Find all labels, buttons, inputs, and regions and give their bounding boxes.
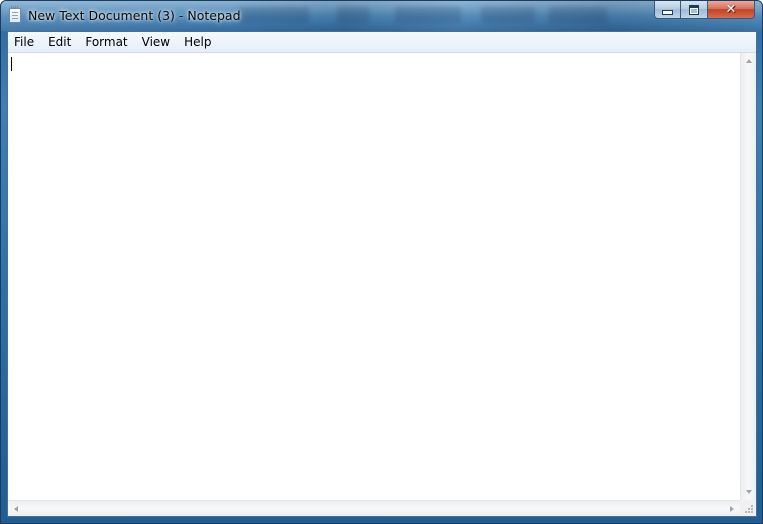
title-bar[interactable]: New Text Document (3) - Notepad ✕ bbox=[1, 1, 762, 31]
text-editor[interactable] bbox=[8, 53, 740, 500]
arrow-up-icon bbox=[746, 59, 752, 63]
menu-format[interactable]: Format bbox=[78, 32, 134, 52]
menu-edit[interactable]: Edit bbox=[41, 32, 78, 52]
menu-view[interactable]: View bbox=[135, 32, 177, 52]
menu-bar: File Edit Format View Help bbox=[8, 32, 756, 53]
scroll-right-button[interactable] bbox=[724, 501, 740, 517]
close-icon: ✕ bbox=[725, 2, 737, 17]
size-grip[interactable] bbox=[740, 500, 756, 516]
arrow-down-icon bbox=[746, 490, 752, 494]
minimize-button[interactable] bbox=[654, 1, 681, 19]
scroll-left-button[interactable] bbox=[8, 501, 24, 517]
scroll-up-button[interactable] bbox=[741, 53, 757, 69]
maximize-button[interactable] bbox=[681, 1, 708, 19]
close-button[interactable]: ✕ bbox=[708, 1, 755, 19]
menu-help[interactable]: Help bbox=[177, 32, 218, 52]
background-blur bbox=[337, 7, 369, 23]
client-area: File Edit Format View Help bbox=[7, 31, 757, 517]
maximize-icon bbox=[689, 4, 699, 15]
vertical-scrollbar[interactable] bbox=[740, 53, 756, 500]
background-blur bbox=[237, 7, 309, 23]
scroll-down-button[interactable] bbox=[741, 484, 757, 500]
notepad-window: New Text Document (3) - Notepad ✕ File E… bbox=[0, 0, 763, 524]
caption-buttons: ✕ bbox=[654, 1, 755, 21]
window-title: New Text Document (3) - Notepad bbox=[28, 8, 241, 23]
text-caret bbox=[11, 57, 12, 71]
arrow-right-icon bbox=[730, 506, 734, 512]
minimize-icon bbox=[662, 10, 673, 15]
background-blur bbox=[481, 7, 535, 23]
arrow-left-icon bbox=[14, 506, 18, 512]
notepad-icon[interactable] bbox=[9, 6, 21, 23]
menu-file[interactable]: File bbox=[8, 32, 41, 52]
horizontal-scrollbar[interactable] bbox=[8, 500, 740, 516]
background-blur bbox=[549, 7, 607, 23]
background-blur bbox=[395, 7, 461, 23]
